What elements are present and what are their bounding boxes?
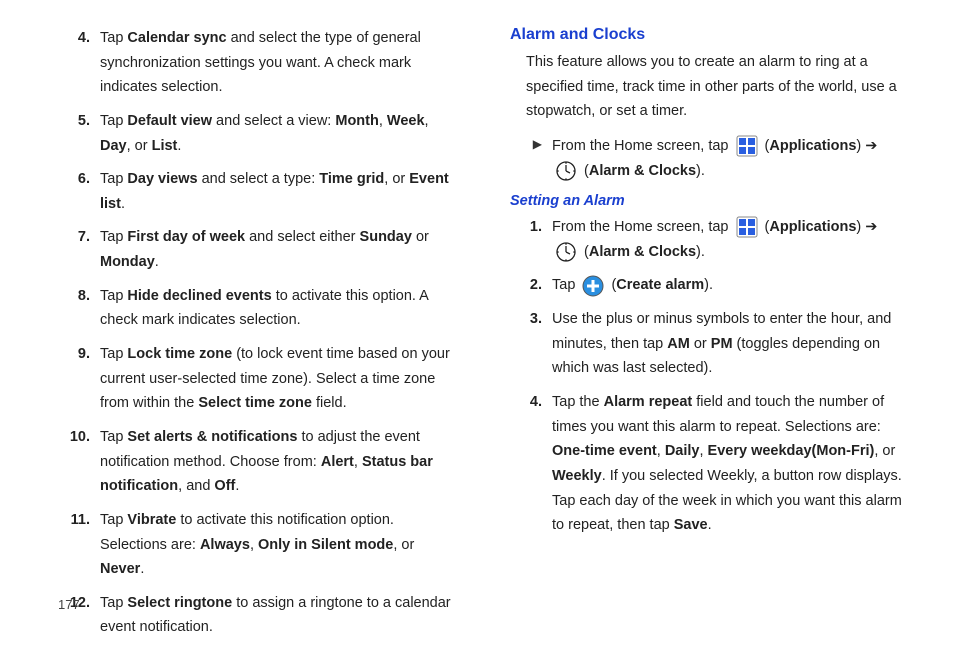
nav-instruction: ▶ From the Home screen, tap (Application… [510,134,906,183]
step-item: 10.Tap Set alerts & notifications to adj… [58,425,454,499]
nav-line-text: From the Home screen, tap (Applications)… [552,134,906,183]
applications-grid-icon [736,216,758,238]
step-text: Tap Day views and select a type: Time gr… [100,167,454,216]
step-item: 2.Tap (Create alarm). [510,273,906,298]
step-item: 7.Tap First day of week and select eithe… [58,225,454,274]
step-item: 8.Tap Hide declined events to activate t… [58,284,454,333]
clock-icon [555,241,577,263]
step-number: 6. [58,167,100,216]
step-number: 2. [510,273,552,298]
step-number: 10. [58,425,100,499]
intro-text: This feature allows you to create an ala… [526,50,906,124]
applications-grid-icon [736,135,758,157]
step-number: 4. [510,390,552,538]
plus-circle-icon [582,275,604,297]
subheading-setting-alarm: Setting an Alarm [510,193,906,209]
step-text: Tap Set alerts & notifications to adjust… [100,425,454,499]
right-column: Alarm and Clocks This feature allows you… [510,26,906,649]
step-item: 4.Tap the Alarm repeat field and touch t… [510,390,906,538]
step-number: 4. [58,26,100,100]
step-text: Tap the Alarm repeat field and touch the… [552,390,906,538]
step-item: 3.Use the plus or minus symbols to enter… [510,307,906,381]
section-heading-alarm-clocks: Alarm and Clocks [510,26,906,44]
step-number: 9. [58,342,100,416]
step-number: 3. [510,307,552,381]
left-column: 4.Tap Calendar sync and select the type … [58,26,454,649]
step-item: 6.Tap Day views and select a type: Time … [58,167,454,216]
left-steps-list: 4.Tap Calendar sync and select the type … [58,26,454,640]
step-number: 11. [58,508,100,582]
step-text: Tap Hide declined events to activate thi… [100,284,454,333]
step-number: 1. [510,215,552,264]
step-text: Use the plus or minus symbols to enter t… [552,307,906,381]
step-text: Tap Vibrate to activate this notificatio… [100,508,454,582]
right-steps-list: 1.From the Home screen, tap (Application… [510,215,906,538]
clock-icon [555,160,577,182]
step-item: 4.Tap Calendar sync and select the type … [58,26,454,100]
step-item: 11.Tap Vibrate to activate this notifica… [58,508,454,582]
step-text: Tap Calendar sync and select the type of… [100,26,454,100]
step-text: Tap First day of week and select either … [100,225,454,274]
step-item: 9.Tap Lock time zone (to lock event time… [58,342,454,416]
triangle-bullet-icon: ▶ [510,134,552,183]
step-item: 1.From the Home screen, tap (Application… [510,215,906,264]
step-text: Tap Default view and select a view: Mont… [100,109,454,158]
step-number: 5. [58,109,100,158]
step-number: 8. [58,284,100,333]
step-item: 5.Tap Default view and select a view: Mo… [58,109,454,158]
step-text: Tap Select ringtone to assign a ringtone… [100,591,454,640]
step-text: Tap Lock time zone (to lock event time b… [100,342,454,416]
page-number: 177 [58,597,80,612]
step-number: 7. [58,225,100,274]
step-item: 12.Tap Select ringtone to assign a ringt… [58,591,454,640]
page: 4.Tap Calendar sync and select the type … [0,0,954,649]
step-text: From the Home screen, tap (Applications)… [552,215,906,264]
step-text: Tap (Create alarm). [552,273,906,298]
